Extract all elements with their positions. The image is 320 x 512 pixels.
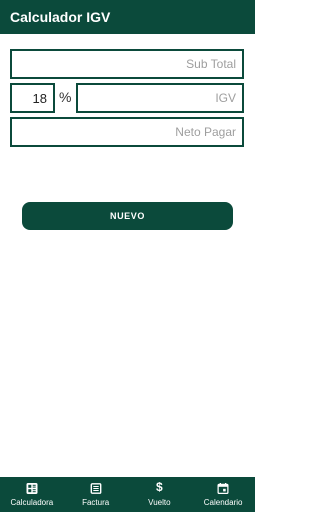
nav-label-vuelto: Vuelto <box>148 498 171 507</box>
nav-item-calculadora[interactable]: Calculadora <box>0 477 64 512</box>
nav-label-factura: Factura <box>82 498 110 507</box>
nav-item-calendario[interactable]: Calendario <box>191 477 255 512</box>
nav-item-factura[interactable]: Factura <box>64 477 128 512</box>
nav-label-calendario: Calendario <box>203 498 243 507</box>
nav-label-calculadora: Calculadora <box>10 498 54 507</box>
dollar-icon: $ <box>156 480 163 494</box>
neto-pagar-input[interactable] <box>10 117 244 147</box>
receipt-icon <box>90 483 102 494</box>
bottom-navigation: Calculadora Factura $ Vuelto Calendario <box>0 477 255 512</box>
calculator-icon <box>26 483 38 494</box>
calendar-icon <box>217 483 229 494</box>
igv-input[interactable] <box>76 83 244 113</box>
app-bar: Calculador IGV <box>0 0 255 34</box>
app-title: Calculador IGV <box>10 9 111 25</box>
subtotal-input[interactable] <box>10 49 244 79</box>
nav-item-vuelto[interactable]: $ Vuelto <box>128 477 192 512</box>
percent-symbol: % <box>59 89 72 105</box>
igv-percent-input[interactable] <box>10 83 55 113</box>
nuevo-button[interactable]: NUEVO <box>22 202 233 230</box>
